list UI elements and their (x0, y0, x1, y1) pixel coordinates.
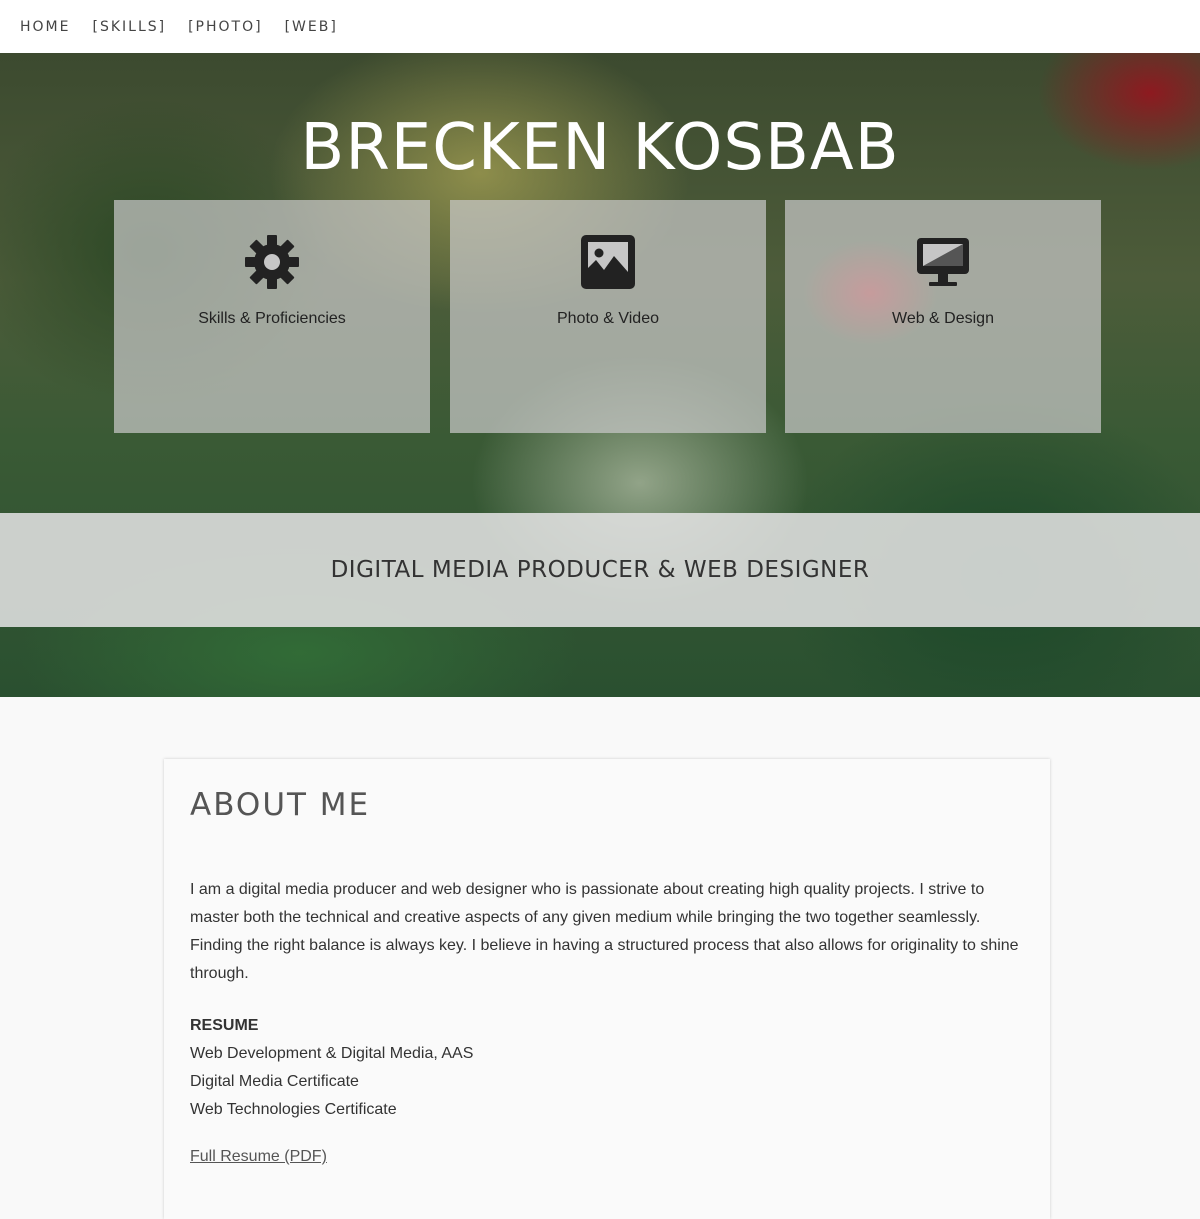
nav-photo[interactable]: [PHOTO] (188, 19, 262, 35)
card-skills[interactable]: Skills & Proficiencies (114, 200, 430, 433)
card-photo-label: Photo & Video (556, 310, 659, 327)
site-title: BRECKEN KOSBAB (300, 111, 900, 185)
resume-item: Web Development & Digital Media, AAS (190, 1045, 474, 1062)
card-skills-label: Skills & Proficiencies (198, 310, 346, 327)
about-section: ABOUT ME I am a digital media producer a… (164, 759, 1050, 1219)
picture-icon (450, 234, 766, 290)
nav-skills[interactable]: [SKILLS] (92, 19, 166, 35)
resume-heading: RESUME (190, 1017, 259, 1034)
about-intro: I am a digital media producer and web de… (190, 881, 1019, 982)
tagline: DIGITAL MEDIA PRODUCER & WEB DESIGNER (330, 557, 870, 583)
resume-block: RESUME Web Development & Digital Media, … (190, 1012, 473, 1124)
gear-icon (114, 234, 430, 290)
monitor-icon (785, 234, 1101, 290)
about-heading: ABOUT ME (190, 787, 371, 823)
top-navigation: HOME [SKILLS] [PHOTO] [WEB] (0, 0, 1200, 53)
card-web-label: Web & Design (892, 310, 994, 327)
resume-item: Digital Media Certificate (190, 1073, 359, 1090)
resume-item: Web Technologies Certificate (190, 1101, 397, 1118)
nav-home[interactable]: HOME (20, 19, 70, 35)
tagline-band: DIGITAL MEDIA PRODUCER & WEB DESIGNER (0, 513, 1200, 627)
hero-banner: BRECKEN KOSBAB Skills & Proficiencies Ph… (0, 53, 1200, 697)
nav-web[interactable]: [WEB] (285, 19, 338, 35)
card-web[interactable]: Web & Design (785, 200, 1101, 433)
full-resume-link[interactable]: Full Resume (PDF) (190, 1148, 327, 1166)
card-photo[interactable]: Photo & Video (450, 200, 766, 433)
